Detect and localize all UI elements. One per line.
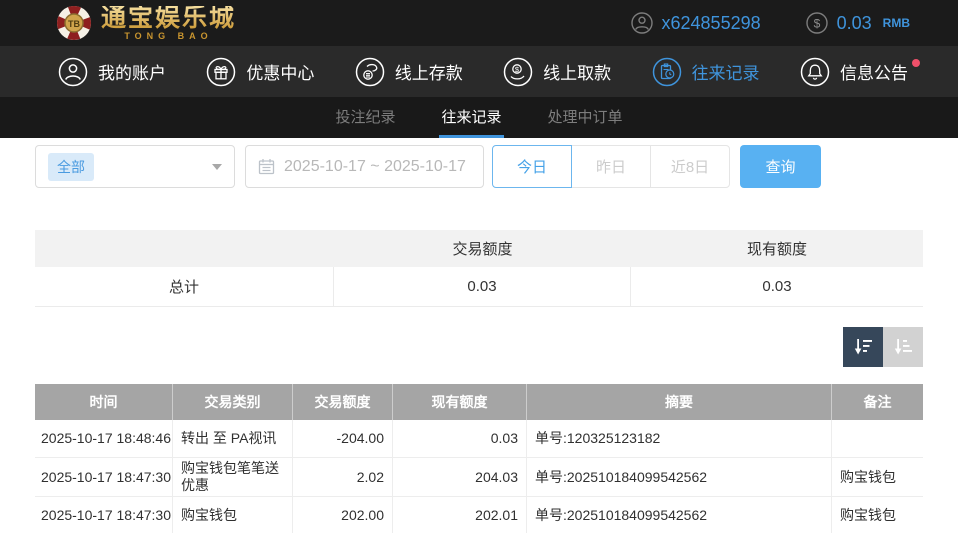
username: x624855298 <box>662 13 761 34</box>
cell-type: 购宝钱包 <box>173 497 293 533</box>
balance-currency: RMB <box>883 16 910 30</box>
nav-label: 线上取款 <box>543 59 611 84</box>
nav-label: 优惠中心 <box>246 59 314 84</box>
type-select-value: 全部 <box>48 153 94 181</box>
tab-label: 处理中订单 <box>548 106 623 127</box>
date-range-input[interactable]: 2025-10-17 ~ 2025-10-17 <box>245 145 484 188</box>
tab-bet-records[interactable]: 投注纪录 <box>333 97 397 138</box>
nav-item-withdraw[interactable]: $ 线上取款 <box>503 57 611 87</box>
logo-title: 通宝娱乐城 <box>101 6 236 31</box>
cell-amount: -204.00 <box>293 420 393 457</box>
type-select[interactable]: 全部 <box>35 145 235 188</box>
cell-balance: 202.01 <box>393 497 527 533</box>
nav-label: 线上存款 <box>395 59 463 84</box>
summary-header-empty <box>35 230 334 267</box>
filter-row: 全部 2025-10-17 ~ 2025-10-17 今日 昨日 近8日 查询 <box>35 145 923 188</box>
nav-item-deposit[interactable]: 线上存款 <box>355 57 463 87</box>
cell-summary: 单号:202510184099542562 <box>527 458 832 496</box>
summary-header-row: 交易额度 现有额度 <box>35 230 923 267</box>
poker-chip-icon: TB <box>55 4 93 42</box>
nav-label: 我的账户 <box>98 59 166 84</box>
summary-transaction-amount: 0.03 <box>334 267 631 306</box>
col-header-time: 时间 <box>35 384 173 420</box>
calendar-icon <box>258 158 275 175</box>
gift-icon <box>206 57 236 87</box>
col-header-type: 交易类别 <box>173 384 293 420</box>
table-header-row: 时间 交易类别 交易额度 现有额度 摘要 备注 <box>35 384 923 420</box>
svg-text:TB: TB <box>68 19 80 29</box>
nav-item-announcements[interactable]: 信息公告 <box>800 57 908 87</box>
sort-ascending-icon <box>892 336 914 358</box>
bell-icon <box>800 57 830 87</box>
cell-type: 购宝钱包笔笔送优惠 <box>173 458 293 496</box>
summary-total-label: 总计 <box>35 267 334 306</box>
summary-header-current-balance: 现有额度 <box>631 230 923 267</box>
transactions-table: 时间 交易类别 交易额度 现有额度 摘要 备注 2025-10-17 18:48… <box>35 384 923 533</box>
cell-time: 2025-10-17 18:47:30 <box>35 458 173 496</box>
svg-text:$: $ <box>813 16 820 30</box>
nav-item-my-account[interactable]: 我的账户 <box>58 57 166 87</box>
sort-descending-button[interactable] <box>843 327 883 367</box>
table-row: 2025-10-17 18:48:46 转出 至 PA视讯 -204.00 0.… <box>35 420 923 458</box>
notification-dot <box>912 59 920 67</box>
summary-total-row: 总计 0.03 0.03 <box>35 267 923 307</box>
balance-group[interactable]: $ 0.03 RMB <box>806 12 910 34</box>
summary-current-balance: 0.03 <box>631 267 923 306</box>
logo-subtitle: TONG BAO <box>101 32 236 41</box>
balance-amount: 0.03 <box>837 13 872 34</box>
quick-date-group: 今日 昨日 近8日 <box>492 145 730 188</box>
chevron-down-icon <box>212 164 222 170</box>
cell-type: 转出 至 PA视讯 <box>173 420 293 457</box>
user-icon <box>631 12 653 34</box>
tab-pending-orders[interactable]: 处理中订单 <box>546 97 625 138</box>
col-header-balance: 现有额度 <box>393 384 527 420</box>
nav-item-records[interactable]: 往来记录 <box>652 57 760 87</box>
tab-label: 投注纪录 <box>335 106 395 127</box>
records-icon <box>652 57 682 87</box>
table-row: 2025-10-17 18:47:30 购宝钱包笔笔送优惠 2.02 204.0… <box>35 458 923 497</box>
yesterday-button[interactable]: 昨日 <box>571 145 651 188</box>
withdraw-icon: $ <box>503 57 533 87</box>
nav-item-promotions[interactable]: 优惠中心 <box>206 57 314 87</box>
col-header-remark: 备注 <box>832 384 923 420</box>
date-range-value: 2025-10-17 ~ 2025-10-17 <box>284 158 466 176</box>
cell-balance: 204.03 <box>393 458 527 496</box>
tab-label: 往来记录 <box>441 106 501 127</box>
cell-remark: 购宝钱包 <box>832 497 923 533</box>
deposit-icon <box>355 57 385 87</box>
cell-balance: 0.03 <box>393 420 527 457</box>
main-nav: 我的账户 优惠中心 线上存款 $ 线上取款 <box>0 46 958 97</box>
summary-table: 交易额度 现有额度 总计 0.03 0.03 <box>35 230 923 307</box>
cell-amount: 2.02 <box>293 458 393 496</box>
cell-amount: 202.00 <box>293 497 393 533</box>
nav-label: 往来记录 <box>692 59 760 84</box>
summary-header-transaction-amount: 交易额度 <box>334 230 631 267</box>
cell-summary: 单号:202510184099542562 <box>527 497 832 533</box>
search-button[interactable]: 查询 <box>740 145 821 188</box>
sort-controls <box>35 327 923 367</box>
cell-remark <box>832 420 923 457</box>
sort-ascending-button[interactable] <box>883 327 923 367</box>
site-logo[interactable]: TB 通宝娱乐城 TONG BAO <box>55 4 236 42</box>
sort-descending-icon <box>852 336 874 358</box>
sub-tab-bar: 投注纪录 往来记录 处理中订单 <box>0 97 958 138</box>
dollar-circle-icon: $ <box>806 12 828 34</box>
col-header-summary: 摘要 <box>527 384 832 420</box>
today-button[interactable]: 今日 <box>492 145 572 188</box>
nav-label: 信息公告 <box>840 59 908 84</box>
cell-time: 2025-10-17 18:48:46 <box>35 420 173 457</box>
user-icon <box>58 57 88 87</box>
cell-summary: 单号:120325123182 <box>527 420 832 457</box>
col-header-amount: 交易额度 <box>293 384 393 420</box>
tab-transaction-records[interactable]: 往来记录 <box>439 97 503 138</box>
cell-time: 2025-10-17 18:47:30 <box>35 497 173 533</box>
last8days-button[interactable]: 近8日 <box>650 145 730 188</box>
table-row: 2025-10-17 18:47:30 购宝钱包 202.00 202.01 单… <box>35 497 923 533</box>
account-id-group[interactable]: x624855298 <box>631 12 761 34</box>
cell-remark: 购宝钱包 <box>832 458 923 496</box>
top-bar: TB 通宝娱乐城 TONG BAO x624855298 $ 0.03 RMB <box>0 0 958 46</box>
